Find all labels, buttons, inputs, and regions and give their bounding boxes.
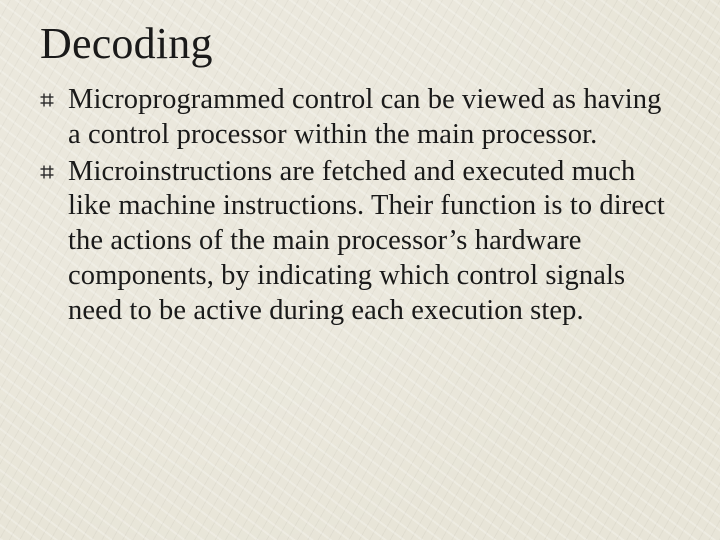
page-title: Decoding: [40, 18, 720, 69]
content-area: Microprogrammed control can be viewed as…: [40, 83, 670, 328]
crosshatch-bullet-icon: [40, 83, 68, 107]
crosshatch-bullet-icon: [40, 155, 68, 179]
list-item: Microinstructions are fetched and execut…: [40, 155, 670, 329]
slide: Decoding Microprogrammed control can be …: [0, 0, 720, 540]
list-item: Microprogrammed control can be viewed as…: [40, 83, 670, 153]
bullet-text: Microprogrammed control can be viewed as…: [68, 83, 670, 153]
bullet-text: Microinstructions are fetched and execut…: [68, 155, 670, 329]
